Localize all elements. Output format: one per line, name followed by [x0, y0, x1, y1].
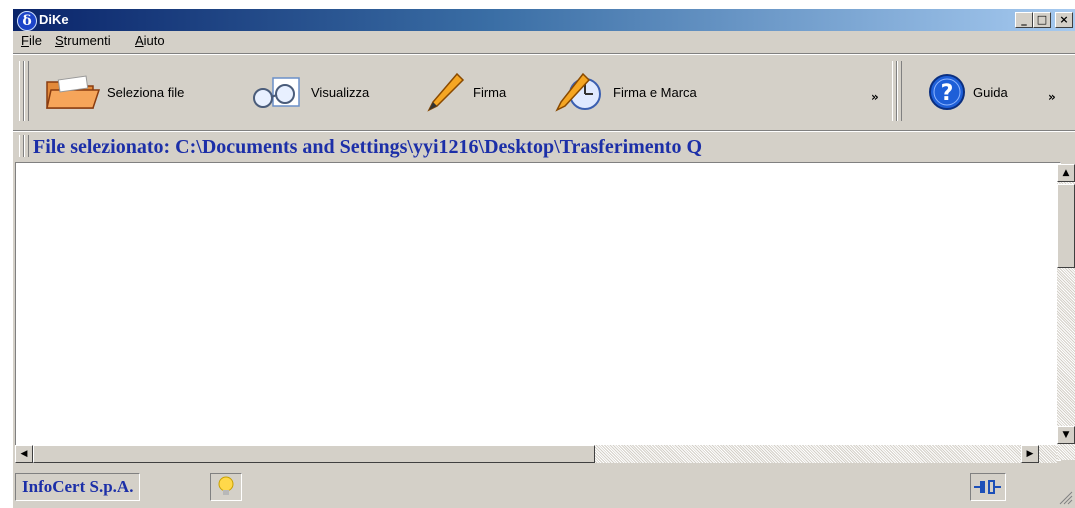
sign-button[interactable]: Firma [423, 69, 506, 115]
pen-clock-icon [555, 72, 601, 112]
menu-strumenti-label: trumenti [63, 33, 111, 48]
toolbar-grip-2 [24, 61, 29, 121]
app-icon: δ [17, 11, 37, 31]
menu-aiuto-mnemonic: A [135, 33, 144, 48]
scroll-left-button[interactable]: ◀ [15, 445, 33, 463]
scroll-up-button[interactable]: ▲ [1057, 164, 1075, 182]
sign-and-stamp-label: Firma e Marca [613, 84, 697, 100]
status-bar: InfoCert S.p.A. [13, 467, 1075, 508]
selected-file-path: File selezionato: C:\Documents and Setti… [33, 136, 703, 158]
menu-bar: File Strumenti Aiuto [13, 31, 1075, 51]
close-button[interactable]: × [1055, 12, 1073, 28]
resize-grip-icon[interactable] [1057, 489, 1073, 505]
lightbulb-icon [218, 476, 234, 495]
menu-file-mnemonic: F [21, 33, 29, 48]
window-title: DiKe [39, 12, 69, 27]
selected-file-bar: File selezionato: C:\Documents and Setti… [13, 133, 1075, 161]
folder-icon [46, 75, 101, 109]
title-bar[interactable]: δ DiKe _ □ × [13, 9, 1075, 31]
minimize-button[interactable]: _ [1015, 12, 1033, 28]
toolbar-separator [13, 130, 1075, 132]
menu-file-label: ile [28, 33, 42, 48]
connection-status-panel [970, 473, 1006, 501]
company-label: InfoCert S.p.A. [15, 473, 141, 501]
vertical-scroll-thumb[interactable] [1057, 184, 1075, 268]
menu-file[interactable]: File [21, 33, 42, 48]
document-view[interactable] [15, 162, 1061, 461]
maximize-button[interactable]: □ [1033, 12, 1051, 28]
scroll-down-button[interactable]: ▼ [1057, 426, 1075, 444]
view-button[interactable]: Visualizza [249, 69, 369, 115]
toolbar-overflow-button[interactable]: » [871, 90, 879, 104]
vertical-scrollbar[interactable]: ▲ ▼ [1057, 164, 1075, 460]
horizontal-scroll-thumb[interactable] [33, 445, 595, 463]
status-bulb-panel [210, 473, 242, 501]
select-file-label: Seleziona file [107, 84, 185, 100]
pathbar-grip-2 [24, 135, 29, 157]
scroll-right-button[interactable]: ▶ [1021, 445, 1039, 463]
dike-window: δ DiKe _ □ × File Strumenti Aiuto Selezi… [13, 9, 1075, 508]
menu-aiuto-label: iuto [143, 33, 165, 48]
connection-plug-icon [974, 480, 1001, 494]
main-toolbar: Seleziona file Visualizza Firma Firma e … [13, 55, 1075, 129]
sign-label: Firma [473, 84, 507, 100]
help-button[interactable]: ? Guida [927, 69, 1008, 115]
view-label: Visualizza [311, 84, 370, 100]
svg-text:?: ? [941, 81, 954, 106]
select-file-button[interactable]: Seleziona file [43, 69, 184, 115]
horizontal-scrollbar[interactable]: ◀ ▶ [15, 445, 1057, 463]
sign-and-stamp-button[interactable]: Firma e Marca [553, 69, 697, 115]
pen-icon [427, 72, 465, 112]
menu-strumenti[interactable]: Strumenti [55, 33, 111, 48]
help-label: Guida [973, 84, 1008, 100]
help-icon: ? [929, 74, 965, 110]
toolbar-grip-help-2 [897, 61, 902, 121]
help-overflow-button[interactable]: » [1048, 90, 1056, 104]
glasses-icon [253, 77, 300, 108]
menu-aiuto[interactable]: Aiuto [135, 33, 165, 48]
menu-strumenti-mnemonic: S [55, 33, 64, 48]
